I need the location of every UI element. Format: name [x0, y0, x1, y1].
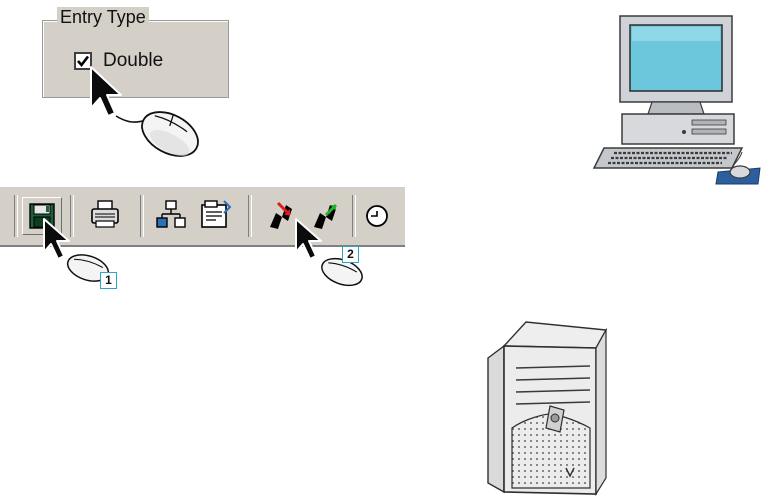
properties-icon [201, 200, 232, 228]
network-tree-icon [156, 200, 186, 228]
clock-icon [366, 205, 388, 227]
computer-mouse-icon [115, 111, 199, 157]
toolbar-separator [248, 195, 252, 237]
step-1-callout: 1 [100, 272, 117, 289]
step-2-callout: 2 [342, 246, 359, 263]
printer-icon [91, 200, 119, 228]
properties-button[interactable] [196, 197, 236, 235]
toolbar-separator [14, 195, 18, 237]
clock-button[interactable] [358, 197, 398, 235]
entry-type-title: Entry Type [57, 7, 149, 28]
desktop-computer-icon [592, 15, 761, 185]
print-button[interactable] [86, 197, 126, 235]
control-unit-enclosure-icon [487, 321, 608, 497]
toolbar-separator [352, 195, 356, 237]
toolbar-separator [140, 195, 144, 237]
network-button[interactable] [152, 197, 192, 235]
